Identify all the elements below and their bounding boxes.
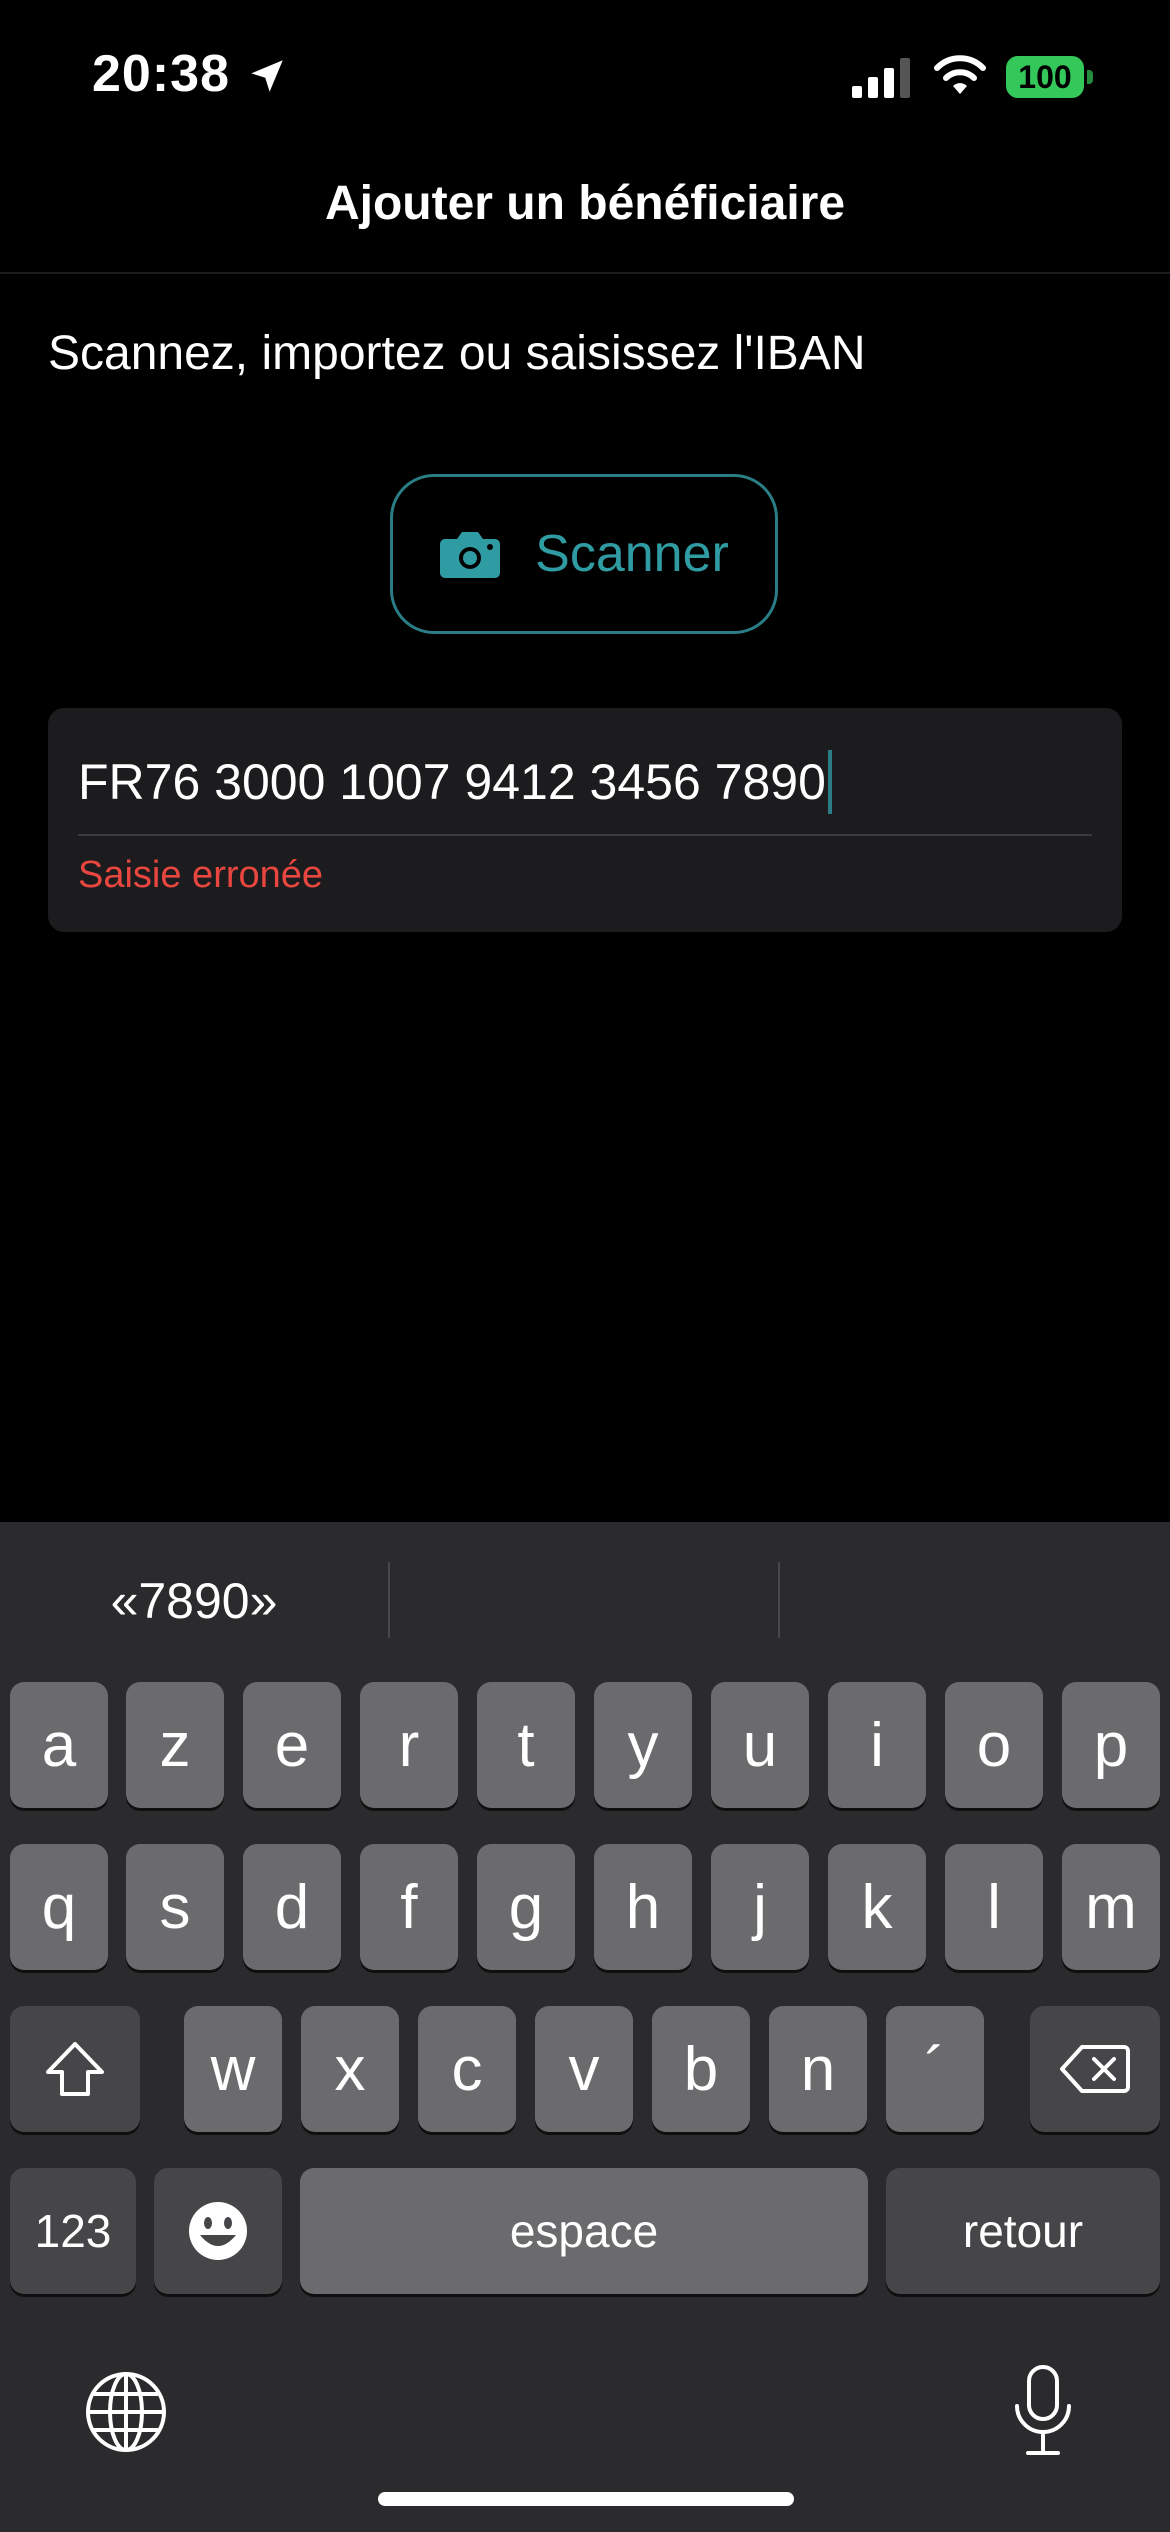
shift-icon [46,2042,104,2096]
wifi-icon [934,55,986,94]
key-d[interactable]: d [243,1844,341,1970]
iban-error-message: Saisie erronée [78,854,324,896]
space-key[interactable]: espace [300,2168,868,2294]
key-w[interactable]: w [184,2006,282,2132]
key-u[interactable]: u [711,1682,809,1808]
status-time: 20:38 [92,45,230,103]
key-y[interactable]: y [594,1682,692,1808]
camera-icon [440,532,501,578]
numbers-key[interactable]: 123 [10,2168,136,2294]
page-title: Ajouter un bénéficiaire [324,177,846,230]
suggestion-bar: «7890» [0,1522,1170,1678]
return-key[interactable]: retour [886,2168,1160,2294]
iban-field-container: FR76 3000 1007 9412 3456 7890 Saisie err… [48,708,1122,932]
home-indicator[interactable] [378,2492,794,2506]
scan-button-label: Scanner [535,525,729,583]
key-i[interactable]: i [828,1682,926,1808]
key-l[interactable]: l [945,1844,1043,1970]
battery-level: 100 [1018,59,1072,95]
key-j[interactable]: j [711,1844,809,1970]
key-f[interactable]: f [360,1844,458,1970]
key-r[interactable]: r [360,1682,458,1808]
key-k[interactable]: k [828,1844,926,1970]
key-b[interactable]: b [652,2006,750,2132]
instruction-text: Scannez, importez ou saisissez l'IBAN [48,327,866,380]
nav-divider [0,272,1170,274]
cellular-signal-icon [852,58,910,98]
screen: 20:38 100 Ajouter un bénéficiaire Scanne… [0,0,1170,2532]
key-acute-accent[interactable]: ´ [886,2006,984,2132]
emoji-icon [189,2202,247,2260]
iban-divider [78,834,1092,836]
key-g[interactable]: g [477,1844,575,1970]
location-arrow-icon [251,60,283,92]
shift-key[interactable] [10,2006,140,2132]
key-c[interactable]: c [418,2006,516,2132]
scan-button[interactable]: Scanner [390,474,778,634]
key-q[interactable]: q [10,1844,108,1970]
microphone-icon[interactable] [1010,2364,1076,2458]
battery-icon: 100 [1006,56,1093,98]
key-m[interactable]: m [1062,1844,1160,1970]
key-p[interactable]: p [1062,1682,1160,1808]
suggestion-divider [778,1562,780,1638]
emoji-key[interactable] [154,2168,282,2294]
iban-input[interactable]: FR76 3000 1007 9412 3456 7890 [78,742,832,822]
keyboard: «7890» a z e r t y u i o p q s d f g h j… [0,1522,1170,2532]
suggestion-1[interactable]: «7890» [0,1572,388,1630]
key-z[interactable]: z [126,1682,224,1808]
backspace-icon [1060,2045,1130,2093]
iban-value: FR76 3000 1007 9412 3456 7890 [78,754,826,810]
globe-icon[interactable] [84,2370,168,2454]
key-h[interactable]: h [594,1844,692,1970]
key-x[interactable]: x [301,2006,399,2132]
battery-nub [1087,70,1093,84]
key-v[interactable]: v [535,2006,633,2132]
key-t[interactable]: t [477,1682,575,1808]
key-s[interactable]: s [126,1844,224,1970]
key-e[interactable]: e [243,1682,341,1808]
key-n[interactable]: n [769,2006,867,2132]
status-bar: 20:38 100 [0,0,1170,150]
key-a[interactable]: a [10,1682,108,1808]
text-caret [827,750,832,814]
suggestion-divider [388,1562,390,1638]
key-o[interactable]: o [945,1682,1043,1808]
backspace-key[interactable] [1030,2006,1160,2132]
